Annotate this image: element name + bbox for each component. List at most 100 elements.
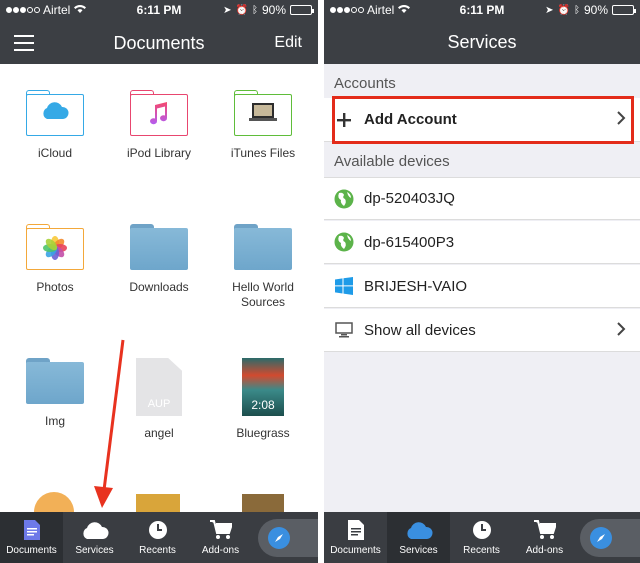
track-duration: 2:08 (251, 398, 275, 412)
photos-flower-icon (26, 236, 84, 260)
folder-downloads[interactable]: Downloads (106, 224, 212, 295)
item-label: iPod Library (126, 146, 192, 160)
tab-label: Documents (6, 545, 57, 556)
globe-icon (334, 189, 354, 209)
item-label: iCloud (37, 146, 73, 160)
show-all-devices-row[interactable]: Show all devices (324, 309, 640, 352)
status-right: ➤ ⏰ ᛒ 90% (223, 3, 314, 17)
album-art: 2:08 (242, 358, 284, 416)
location-icon: ➤ (545, 4, 554, 16)
item-label: Bluegrass (236, 426, 290, 440)
tab-label: Documents (330, 545, 381, 556)
folder-icon (234, 224, 292, 270)
item-label: angel (144, 426, 174, 440)
item-label: iTunes Files (230, 146, 296, 160)
folder-hello-world-sources[interactable]: Hello World Sources (210, 224, 316, 310)
page-title: Documents (113, 33, 205, 53)
monitor-icon (334, 320, 354, 340)
battery-icon (612, 5, 636, 15)
item-label: Downloads (129, 280, 189, 294)
location-icon: ➤ (223, 4, 232, 16)
device-row[interactable]: dp-520403JQ (324, 177, 640, 220)
folder-icon (26, 90, 84, 136)
tab-documents[interactable]: Documents (0, 512, 63, 563)
device-row[interactable]: dp-615400P3 (324, 221, 640, 264)
music-note-icon (130, 102, 188, 126)
clock-icon (450, 512, 513, 542)
tab-label: Recents (463, 545, 500, 556)
cloud-icon (387, 512, 450, 542)
folder-icon (130, 90, 188, 136)
battery-icon (290, 5, 314, 15)
tab-label: Services (399, 545, 438, 556)
folder-ipod-library[interactable]: iPod Library (106, 90, 212, 161)
folder-photos[interactable]: Photos (2, 224, 108, 295)
bluetooth-icon: ᛒ (251, 4, 258, 16)
folder-icloud[interactable]: iCloud (2, 90, 108, 161)
tab-bar: Documents Services Recents Add-ons (324, 512, 640, 563)
documents-screen: Airtel 6:11 PM ➤ ⏰ ᛒ 90% Documents Edit (0, 0, 318, 563)
status-bar: Airtel 6:11 PM ➤ ⏰ ᛒ 90% (0, 0, 318, 20)
browser-button[interactable] (258, 519, 318, 557)
globe-icon (334, 232, 354, 252)
item-label: Photos (36, 280, 74, 294)
chevron-right-icon (617, 322, 626, 341)
nav-bar: Airtel 6:11 PM ➤ ⏰ ᛒ 90% Documents Edit (0, 0, 318, 64)
edit-button[interactable]: Edit (274, 34, 302, 52)
file-angel[interactable]: AUP angel (106, 358, 212, 441)
compass-icon (268, 527, 290, 549)
page-title: Services (447, 32, 517, 52)
file-extension: AUP (147, 398, 171, 410)
clock-icon (126, 512, 189, 542)
folder-icon (26, 358, 84, 404)
cloud-icon (26, 102, 84, 120)
cloud-icon (63, 512, 126, 542)
document-icon (0, 512, 63, 542)
folder-icon (130, 224, 188, 270)
tab-recents[interactable]: Recents (126, 512, 189, 563)
tab-add-ons[interactable]: Add-ons (189, 512, 252, 563)
file-bluegrass[interactable]: 2:08 Bluegrass (210, 358, 316, 441)
tab-label: Add-ons (201, 545, 240, 556)
highlight-box (332, 96, 634, 144)
partial-image-thumbnail (242, 494, 284, 512)
status-right: ➤ ⏰ ᛒ 90% (545, 3, 636, 17)
services-screen: Airtel 6:11 PM ➤ ⏰ ᛒ 90% Services Accoun… (324, 0, 640, 563)
browser-button[interactable] (580, 519, 640, 557)
tab-documents[interactable]: Documents (324, 512, 387, 563)
partial-archive-icon (136, 494, 180, 512)
folder-icon (234, 90, 292, 136)
device-name: BRIJESH-VAIO (364, 277, 468, 295)
tab-recents[interactable]: Recents (450, 512, 513, 563)
compass-icon (590, 527, 612, 549)
battery-percent: 90% (583, 3, 608, 17)
accounts-header: Accounts (334, 75, 396, 92)
device-name: dp-615400P3 (364, 233, 455, 251)
tab-bar: Documents Services Recents Add-ons (0, 512, 318, 563)
tab-add-ons[interactable]: Add-ons (513, 512, 576, 563)
windows-icon (334, 276, 354, 296)
bluetooth-icon: ᛒ (573, 4, 580, 16)
documents-grid: iCloud iPod Library iTunes Files Photos … (0, 64, 318, 512)
tab-label: Add-ons (525, 545, 564, 556)
alarm-icon: ⏰ (235, 4, 248, 16)
tab-label: Recents (139, 545, 176, 556)
folder-img[interactable]: Img (2, 358, 108, 429)
tab-services[interactable]: Services (63, 512, 126, 563)
document-icon (324, 512, 387, 542)
tab-label: Services (75, 545, 114, 556)
nav-bar: Airtel 6:11 PM ➤ ⏰ ᛒ 90% Services (324, 0, 640, 64)
item-label: Hello World Sources (232, 280, 294, 309)
device-name: dp-520403JQ (364, 190, 455, 207)
status-bar: Airtel 6:11 PM ➤ ⏰ ᛒ 90% (324, 0, 640, 20)
cart-icon (189, 512, 252, 542)
laptop-icon (234, 102, 292, 122)
cart-icon (513, 512, 576, 542)
item-label: Img (44, 414, 65, 428)
device-row[interactable]: BRIJESH-VAIO (324, 265, 640, 308)
tab-services[interactable]: Services (387, 512, 450, 563)
show-all-devices-label: Show all devices (364, 321, 476, 339)
battery-percent: 90% (261, 3, 286, 17)
folder-icon (26, 224, 84, 270)
folder-itunes-files[interactable]: iTunes Files (210, 90, 316, 161)
